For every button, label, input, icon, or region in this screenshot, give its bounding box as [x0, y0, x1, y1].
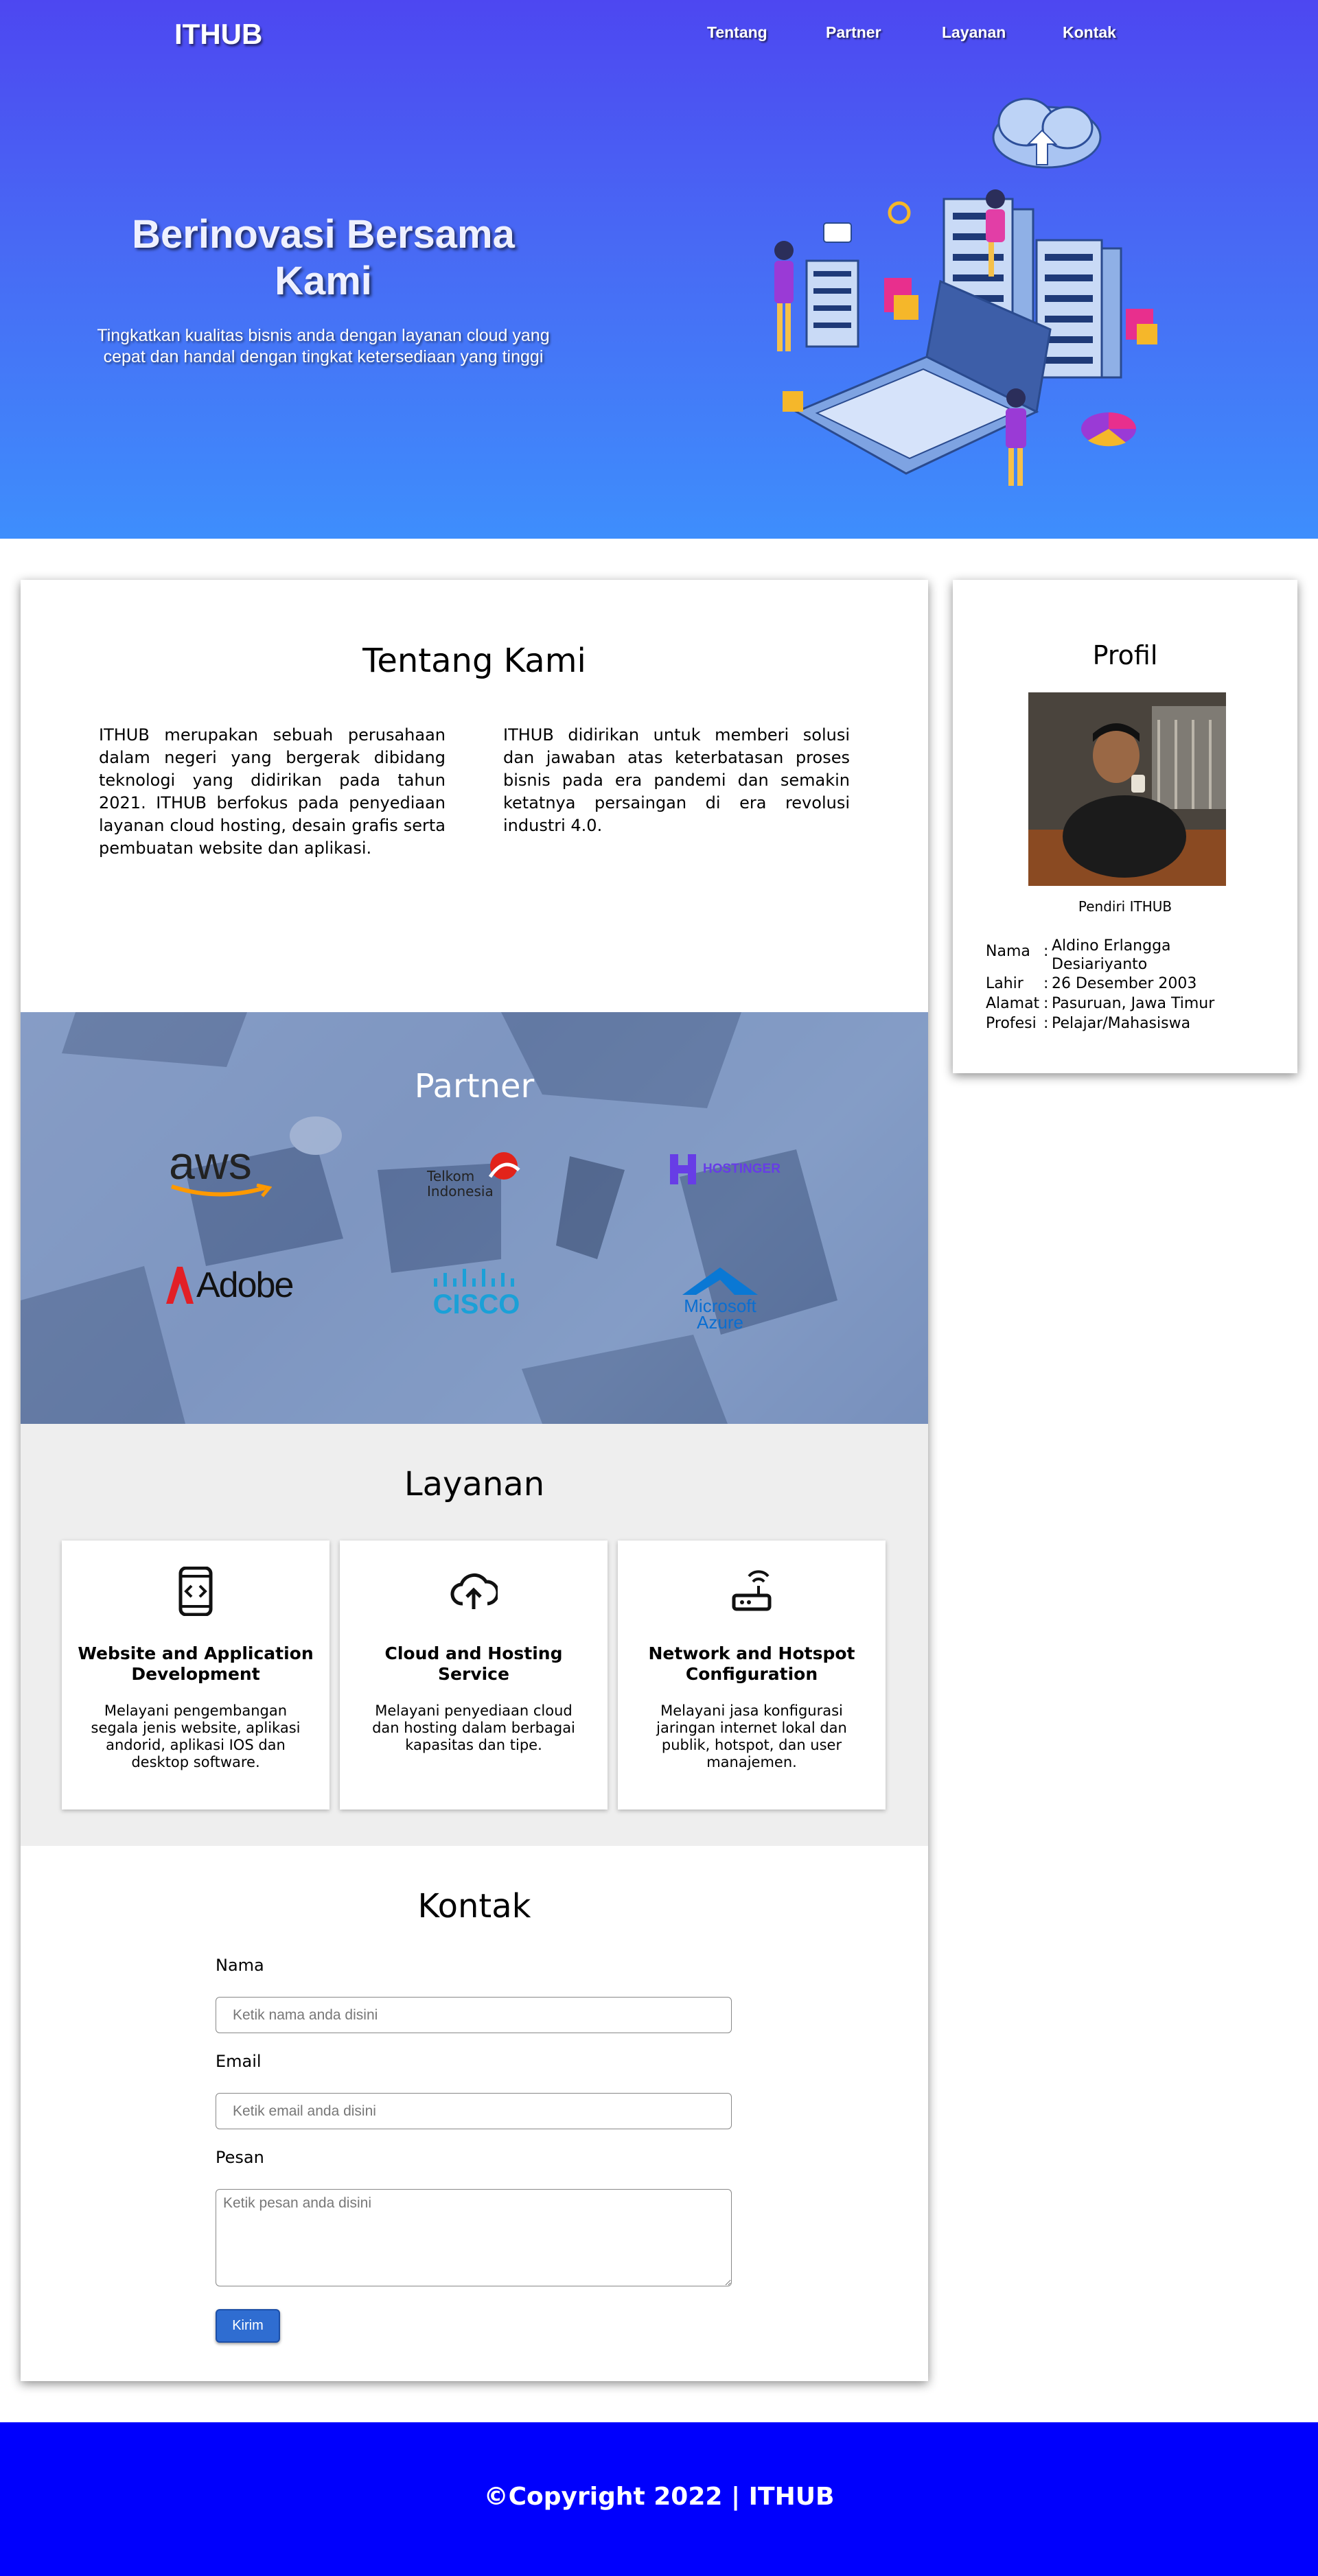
name-input[interactable]: [216, 1997, 732, 2033]
nav-link-tentang[interactable]: Tentang: [707, 23, 767, 42]
message-label: Pesan: [216, 2148, 264, 2167]
profile-key: Nama: [986, 943, 1030, 960]
profile-title: Profil: [1092, 640, 1158, 670]
nav-link-kontak[interactable]: Kontak: [1063, 23, 1116, 42]
contact-section-title: Kontak: [417, 1887, 531, 1925]
profile-value: Pasuruan, Jawa Timur: [1052, 995, 1215, 1012]
profile-value: Pelajar/Mahasiswa: [1052, 1015, 1191, 1032]
nav-link-layanan[interactable]: Layanan: [942, 23, 1006, 42]
cisco-logo: CISCO: [428, 1267, 524, 1318]
service-desc-cloud: Melayani penyediaan cloud dan hosting da…: [372, 1702, 575, 1753]
service-title-web: Website and Application Development: [78, 1643, 314, 1684]
partner-section-title: Partner: [414, 1067, 535, 1105]
site-logo[interactable]: ITHUB: [174, 18, 262, 51]
about-paragraph-1: ITHUB merupakan sebuah perusahaan dalam …: [99, 725, 446, 858]
cloud-upload-icon: [450, 1573, 498, 1609]
adobe-logo-text: Adobe: [196, 1265, 294, 1305]
service-card-web: Website and Application Development Mela…: [62, 1541, 330, 1810]
adobe-logo: Adobe: [166, 1265, 294, 1306]
profile-row-address: Alamat : Pasuruan, Jawa Timur: [986, 994, 1216, 1014]
adobe-a-icon: [166, 1267, 194, 1304]
azure-triangle-icon: [682, 1267, 758, 1295]
hero-subtitle: Tingkatkan kualitas bisnis anda dengan l…: [97, 326, 550, 366]
azure-logo-text-2: Azure: [697, 1312, 743, 1333]
founder-portrait-image: [1028, 692, 1226, 886]
profile-key: Profesi: [986, 1015, 1037, 1032]
email-input[interactable]: [216, 2093, 732, 2129]
service-title-network: Network and Hotspot Configuration: [648, 1643, 855, 1684]
profile-sep: :: [1043, 995, 1049, 1012]
profile-sep: :: [1043, 1015, 1049, 1032]
submit-button[interactable]: Kirim: [216, 2309, 280, 2343]
profile-photo-caption: Pendiri ITHUB: [1078, 898, 1172, 915]
main-content-card: Tentang Kami ITHUB merupakan sebuah peru…: [21, 580, 928, 2381]
aws-smile-icon: [171, 1183, 273, 1197]
hero-title: Berinovasi Bersama Kami: [132, 212, 515, 303]
profile-value: Aldino Erlangga Desiariyanto: [1052, 937, 1171, 973]
hostinger-logo-text: HOSTINGER: [703, 1162, 781, 1176]
aws-logo-text: aws: [169, 1137, 252, 1189]
profile-key: Alamat: [986, 995, 1040, 1012]
cisco-logo-text: CISCO: [432, 1289, 520, 1320]
profile-card: Profil Pendiri ITHUB Nama : Aldino Erlan…: [953, 580, 1297, 1073]
cloud-icon: [992, 97, 1102, 169]
hostinger-h-icon: [670, 1154, 696, 1184]
message-textarea[interactable]: [216, 2189, 732, 2286]
cisco-bars-icon: [434, 1269, 514, 1287]
service-title-cloud: Cloud and Hosting Service: [384, 1643, 563, 1684]
name-label: Nama: [216, 1956, 264, 1975]
router-icon: [732, 1570, 772, 1611]
hero-datacenter-illustration: [774, 97, 1157, 486]
profile-details-table: Nama : Aldino Erlangga Desiariyanto Lahi…: [986, 937, 1216, 1033]
mobile-code-icon: [178, 1567, 213, 1616]
hero-section: ITHUB Tentang Partner Layanan Kontak Ber…: [0, 0, 1318, 539]
profile-sep: :: [1043, 943, 1049, 960]
service-card-network: Network and Hotspot Configuration Melaya…: [618, 1541, 886, 1810]
partner-section: Partner aws Telkom Indonesia HOSTINGER A…: [21, 1012, 928, 1424]
telkom-logo: Telkom Indonesia: [420, 1149, 530, 1204]
aws-logo: aws: [169, 1137, 273, 1203]
copyright-text: ©Copyright 2022 | ITHUB: [483, 2483, 835, 2511]
email-label: Email: [216, 2052, 262, 2071]
about-paragraph-2: ITHUB didirikan untuk memberi solusi dan…: [503, 725, 850, 835]
nav-link-partner[interactable]: Partner: [826, 23, 881, 42]
profile-row-name: Nama : Aldino Erlangga Desiariyanto: [986, 937, 1216, 974]
profile-row-profession: Profesi : Pelajar/Mahasiswa: [986, 1014, 1216, 1033]
azure-logo: Microsoft Azure: [669, 1267, 772, 1331]
service-card-cloud: Cloud and Hosting Service Melayani penye…: [340, 1541, 608, 1810]
profile-sep: :: [1043, 975, 1049, 992]
site-footer: ©Copyright 2022 | ITHUB: [0, 2422, 1318, 2576]
services-section-title: Layanan: [404, 1465, 545, 1503]
telkom-logo-text: Telkom Indonesia: [427, 1168, 494, 1199]
services-section: Layanan Website and Application Developm…: [21, 1424, 928, 1846]
hostinger-logo: HOSTINGER: [669, 1153, 781, 1186]
profile-row-birth: Lahir : 26 Desember 2003: [986, 974, 1216, 994]
about-section-title: Tentang Kami: [362, 642, 586, 680]
profile-photo: [1028, 692, 1226, 886]
profile-key: Lahir: [986, 975, 1024, 992]
service-desc-network: Melayani jasa konfigurasi jaringan inter…: [656, 1702, 847, 1770]
profile-value: 26 Desember 2003: [1052, 975, 1197, 992]
service-desc-web: Melayani pengembangan segala jenis websi…: [91, 1702, 301, 1770]
